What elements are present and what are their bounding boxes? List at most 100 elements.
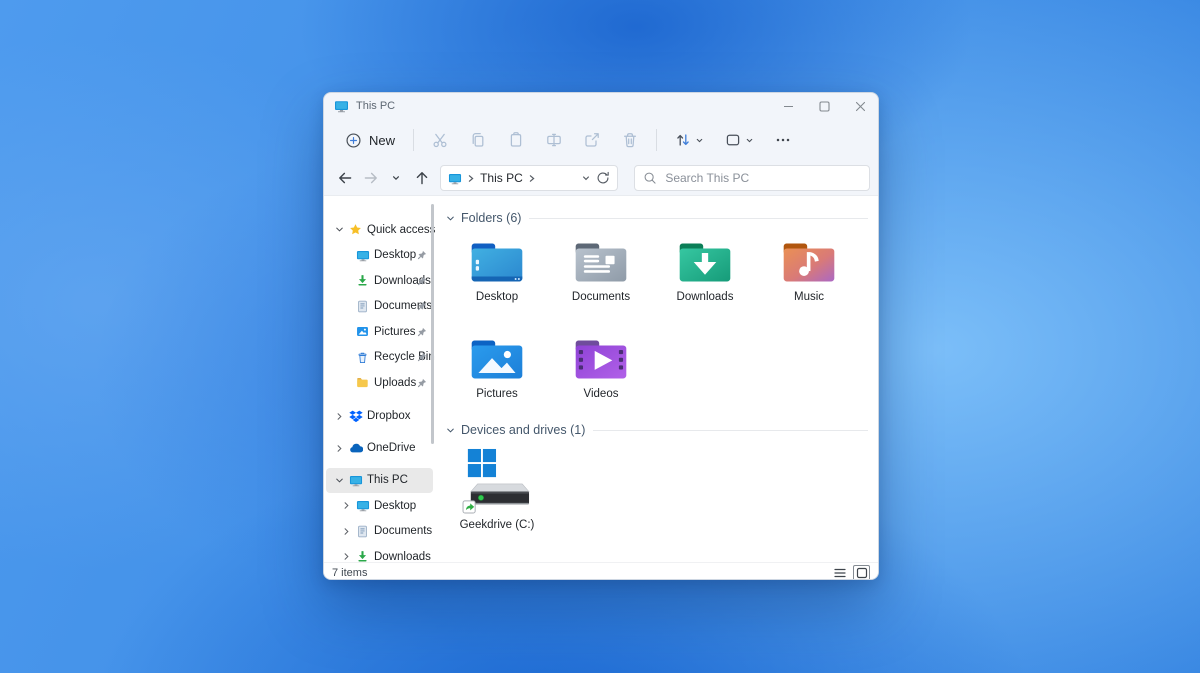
sort-icon: [677, 134, 689, 146]
view-button[interactable]: [714, 124, 764, 156]
file-tile-documents[interactable]: Documents: [549, 239, 653, 303]
dropbox-icon: [348, 410, 363, 422]
section-header-devices[interactable]: Devices and drives (1): [445, 423, 868, 437]
sidebar-item-uploads[interactable]: Uploads: [326, 370, 433, 396]
sidebar-item-dropbox[interactable]: Dropbox: [326, 404, 433, 430]
folders-row-1: Desktop Documents Downloads Music: [445, 239, 861, 303]
monitor-icon: [349, 475, 362, 487]
sidebar-item-recycle-bin[interactable]: Recycle Bin: [326, 345, 435, 371]
new-button[interactable]: New: [334, 126, 406, 155]
file-tile-downloads[interactable]: Downloads: [653, 239, 757, 303]
folders-row-2: Pictures Videos: [445, 336, 653, 400]
window-controls: [770, 93, 878, 119]
forward-button[interactable]: [358, 165, 384, 192]
refresh-button[interactable]: [596, 171, 610, 185]
chevron-right-icon: [344, 527, 349, 535]
cut-button[interactable]: [421, 124, 459, 156]
pin-icon: [417, 302, 427, 311]
toolbar-separator: [413, 129, 415, 151]
share-button[interactable]: [573, 124, 611, 156]
file-tile-desktop[interactable]: Desktop: [445, 239, 549, 303]
copy-icon: [472, 132, 484, 147]
videos-folder-icon: [575, 340, 627, 379]
breadcrumb-this-pc[interactable]: This PC: [480, 171, 523, 185]
explorer-body: Quick access Desktop Downloads Documents: [324, 195, 878, 563]
minimize-button[interactable]: [770, 93, 806, 119]
recent-locations-button[interactable]: [384, 165, 410, 192]
hard-drive-icon: [462, 448, 530, 514]
new-button-label: New: [369, 132, 396, 148]
sidebar-item-onedrive[interactable]: OneDrive: [326, 436, 433, 462]
pin-icon: [417, 378, 427, 387]
title-bar[interactable]: This PC: [324, 93, 878, 119]
pin-icon: [417, 251, 427, 260]
sidebar-item-quick-access[interactable]: Quick access: [326, 217, 435, 243]
sidebar-item-documents[interactable]: Documents: [326, 294, 433, 320]
pin-icon: [417, 353, 427, 362]
large-thumbnails-view-button[interactable]: [853, 564, 870, 579]
document-icon: [358, 300, 367, 313]
address-row: This PC: [324, 161, 878, 195]
sidebar-item-this-pc-desktop[interactable]: Desktop: [326, 493, 433, 519]
more-options-button[interactable]: [764, 124, 802, 156]
sidebar-item-desktop[interactable]: Desktop: [326, 243, 433, 269]
download-arrow-icon: [358, 275, 367, 286]
address-bar[interactable]: This PC: [440, 165, 619, 191]
view-icon: [726, 134, 740, 146]
sort-button[interactable]: [664, 124, 714, 156]
monitor-icon: [448, 172, 462, 185]
music-folder-icon: [783, 243, 835, 282]
devices-row: Geekdrive (C:): [445, 448, 549, 531]
chevron-down-icon: [393, 176, 400, 181]
section-header-folders[interactable]: Folders (6): [445, 211, 868, 225]
breadcrumb-chevron-icon: [468, 174, 474, 182]
breadcrumb-chevron-icon: [529, 174, 535, 182]
chevron-down-icon: [447, 428, 454, 433]
chevron-right-icon: [337, 412, 342, 420]
documents-folder-icon: [575, 243, 627, 282]
more-icon: [776, 138, 790, 142]
chevron-right-icon: [337, 444, 342, 452]
file-explorer-window: This PC New This PC Search This PC Quick…: [323, 92, 879, 580]
up-button[interactable]: [409, 165, 435, 192]
file-tile-pictures[interactable]: Pictures: [445, 336, 549, 400]
file-tile-videos[interactable]: Videos: [549, 336, 653, 400]
sidebar-item-downloads[interactable]: Downloads: [326, 268, 433, 294]
search-icon: [644, 172, 656, 184]
copy-button[interactable]: [459, 124, 497, 156]
details-view-button[interactable]: [833, 566, 847, 579]
search-input[interactable]: [663, 170, 861, 186]
file-tile-music[interactable]: Music: [757, 239, 861, 303]
sidebar-scrollbar[interactable]: [431, 204, 434, 444]
maximize-button[interactable]: [806, 93, 842, 119]
document-icon: [358, 525, 367, 538]
back-button[interactable]: [332, 165, 358, 192]
picture-icon: [357, 327, 368, 337]
delete-button[interactable]: [611, 124, 649, 156]
rename-button[interactable]: [535, 124, 573, 156]
close-button[interactable]: [842, 93, 878, 119]
command-toolbar: New: [324, 119, 878, 161]
delete-icon: [623, 133, 637, 148]
cut-icon: [433, 133, 447, 148]
monitor-icon: [334, 99, 349, 113]
chevron-down-icon: [336, 478, 343, 483]
toolbar-separator: [656, 129, 658, 151]
address-dropdown-button[interactable]: [581, 173, 591, 183]
forward-icon: [364, 172, 377, 184]
drive-tile-geekdrive-c[interactable]: Geekdrive (C:): [445, 448, 549, 531]
paste-button[interactable]: [497, 124, 535, 156]
view-toggles: [833, 564, 870, 579]
sidebar-item-this-pc[interactable]: This PC: [326, 467, 433, 493]
sidebar-item-this-pc-downloads[interactable]: Downloads: [326, 544, 433, 570]
rename-icon: [547, 133, 561, 147]
section-divider: [529, 217, 868, 219]
up-icon: [416, 172, 428, 185]
sidebar-item-this-pc-documents[interactable]: Documents: [326, 519, 433, 545]
details-view-icon: [834, 568, 846, 578]
chevron-right-icon: [344, 502, 349, 510]
chevron-down-icon: [746, 138, 753, 142]
chevron-down-icon: [696, 138, 703, 142]
sidebar-item-pictures[interactable]: Pictures: [326, 319, 433, 345]
pin-icon: [417, 276, 427, 285]
